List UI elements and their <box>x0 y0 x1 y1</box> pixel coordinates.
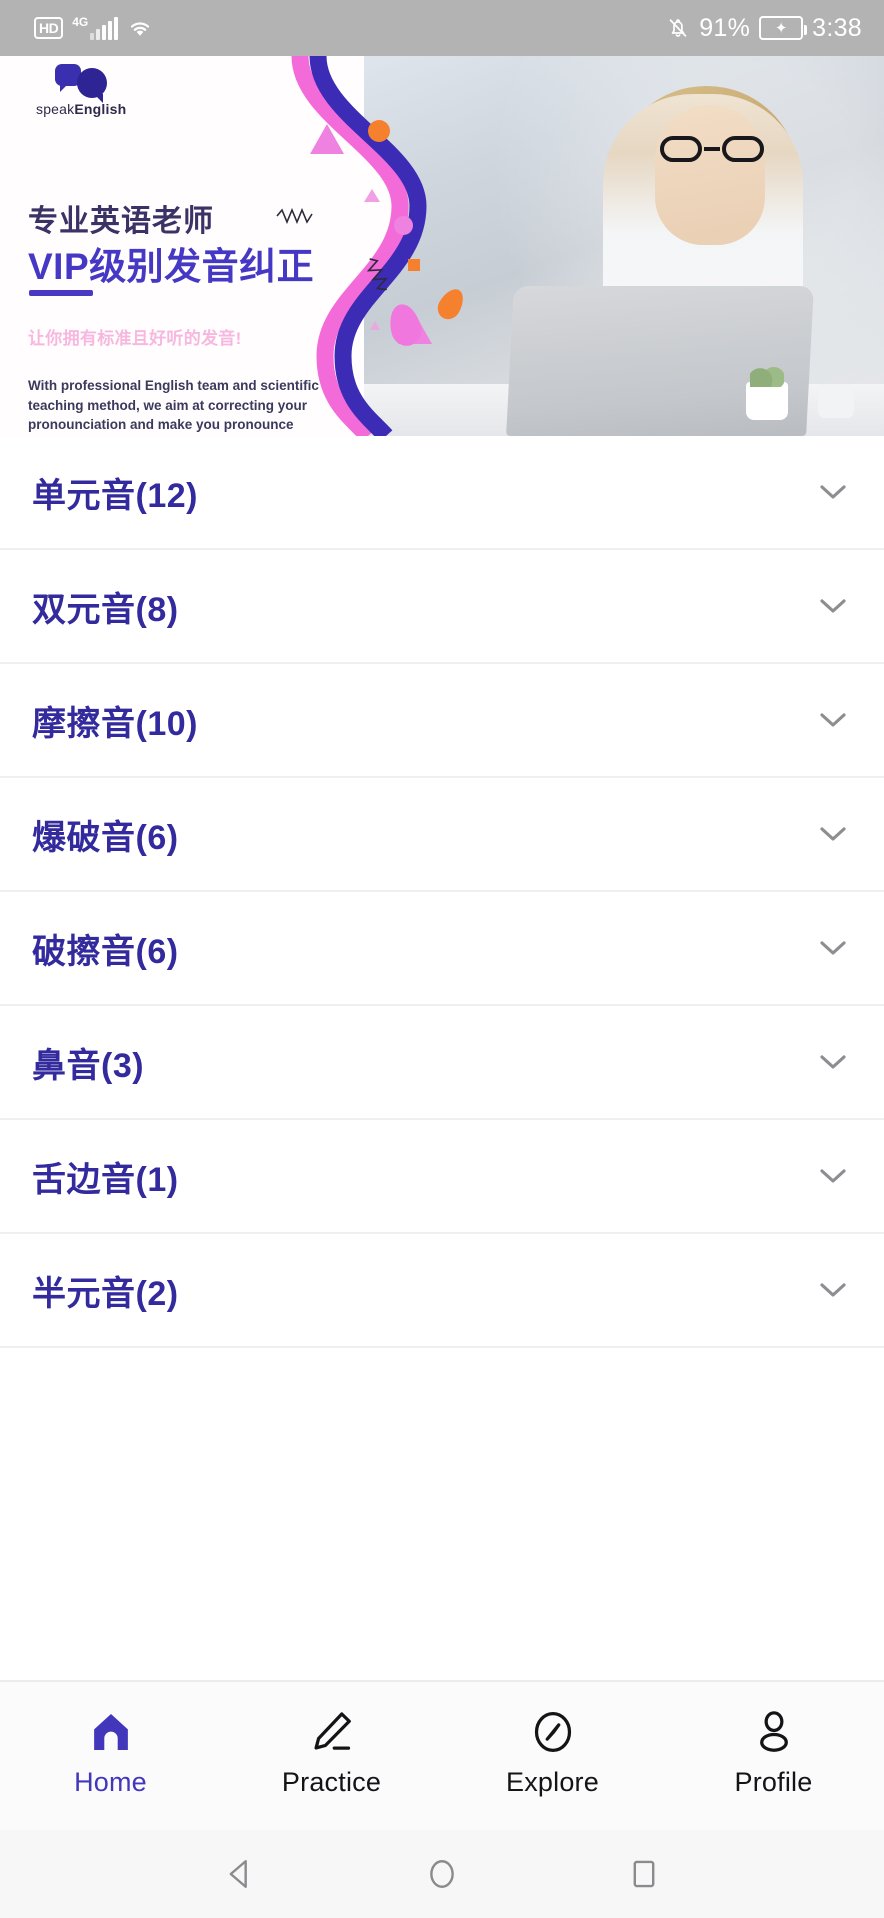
battery-percent-label: 91% <box>699 14 750 43</box>
decor-zigzag-2 <box>362 255 394 298</box>
chevron-down-icon[interactable] <box>818 1281 848 1299</box>
chevron-down-icon[interactable] <box>818 597 848 615</box>
status-bar-left: HD 4G <box>34 16 153 40</box>
logo-text-bold: English <box>74 101 126 117</box>
decor-triangle-pink-3 <box>364 189 380 202</box>
list-item-label: 破擦音(6) <box>32 924 179 973</box>
list-item-label: 双元音(8) <box>32 582 179 631</box>
chevron-down-icon[interactable] <box>818 939 848 957</box>
list-item-fricatives[interactable]: 摩擦音(10) <box>0 664 884 778</box>
decor-dot-orange <box>368 120 390 142</box>
nav-tab-label: Practice <box>282 1767 381 1798</box>
list-item-plosives[interactable]: 爆破音(6) <box>0 778 884 892</box>
list-item-label: 鼻音(3) <box>32 1038 144 1087</box>
list-item-semivowels[interactable]: 半元音(2) <box>0 1234 884 1348</box>
logo-text-light: speak <box>36 101 74 117</box>
promo-banner[interactable]: speakEnglish 专业英语老师 VIP级别发音纠正 让你拥有标准且好听的… <box>0 56 884 436</box>
home-circle-icon[interactable] <box>425 1857 459 1891</box>
nav-tab-label: Home <box>74 1767 147 1798</box>
banner-underline-rule <box>29 290 93 296</box>
status-bar-right: 91% ✦ 3:38 <box>666 14 862 43</box>
chevron-down-icon[interactable] <box>818 825 848 843</box>
wifi-icon <box>127 17 153 39</box>
nav-tab-profile[interactable]: Profile <box>679 1709 869 1798</box>
chevron-down-icon[interactable] <box>818 1167 848 1185</box>
banner-heading-secondary: VIP级别发音纠正 <box>28 236 314 290</box>
nav-tab-home[interactable]: Home <box>16 1709 206 1798</box>
list-item-affricates[interactable]: 破擦音(6) <box>0 892 884 1006</box>
banner-content: speakEnglish 专业英语老师 VIP级别发音纠正 让你拥有标准且好听的… <box>0 56 440 436</box>
chevron-down-icon[interactable] <box>818 483 848 501</box>
nav-tab-practice[interactable]: Practice <box>237 1709 427 1798</box>
app-logo: speakEnglish <box>36 62 126 117</box>
battery-charging-icon: ✦ <box>759 16 803 40</box>
network-type-label: 4G <box>72 16 88 28</box>
list-item-diphthongs[interactable]: 双元音(8) <box>0 550 884 664</box>
android-system-nav <box>0 1830 884 1918</box>
person-icon <box>751 1709 797 1755</box>
recents-square-icon[interactable] <box>627 1857 661 1891</box>
nav-tab-label: Profile <box>735 1767 813 1798</box>
nav-tab-explore[interactable]: Explore <box>458 1709 648 1798</box>
list-item-lateral[interactable]: 舌边音(1) <box>0 1120 884 1234</box>
phone-screen: HD 4G 91% ✦ 3:38 <box>0 0 884 1918</box>
chevron-down-icon[interactable] <box>818 1053 848 1071</box>
bell-muted-icon <box>666 15 690 41</box>
decor-zigzag-1 <box>276 208 316 224</box>
hd-icon: HD <box>34 17 63 39</box>
banner-description: With professional English team and scien… <box>28 376 364 436</box>
list-item-label: 半元音(2) <box>32 1266 179 1315</box>
bottom-navigation-bar: Home Practice Explore Profile <box>0 1680 884 1830</box>
phoneme-category-list: 单元音(12) 双元音(8) 摩擦音(10) 爆破音(6) 破擦音(6) 鼻音(3) 舌边音… <box>0 436 884 1680</box>
list-item-label: 舌边音(1) <box>32 1152 179 1201</box>
status-bar: HD 4G 91% ✦ 3:38 <box>0 0 884 56</box>
decor-dot-pink <box>394 216 413 235</box>
clock-label: 3:38 <box>812 14 862 43</box>
decor-triangle-pink-4 <box>370 321 380 330</box>
speech-bubbles-icon <box>55 62 107 100</box>
pencil-icon <box>309 1709 355 1755</box>
list-item-label: 爆破音(6) <box>32 810 179 859</box>
banner-subheading: 让你拥有标准且好听的发音! <box>28 324 242 349</box>
compass-icon <box>530 1709 576 1755</box>
decor-square-orange <box>408 259 420 271</box>
list-item-nasals[interactable]: 鼻音(3) <box>0 1006 884 1120</box>
home-icon <box>88 1709 134 1755</box>
banner-heading-primary: 专业英语老师 <box>28 196 214 240</box>
signal-bars-glyph <box>90 18 118 40</box>
chevron-down-icon[interactable] <box>818 711 848 729</box>
signal-bars-icon: 4G <box>72 16 118 40</box>
decor-triangle-pink-1 <box>310 124 344 154</box>
logo-text: speakEnglish <box>36 101 126 117</box>
list-item-label: 单元音(12) <box>32 468 198 517</box>
list-item-label: 摩擦音(10) <box>32 696 198 745</box>
nav-tab-label: Explore <box>506 1767 599 1798</box>
back-triangle-icon[interactable] <box>223 1857 257 1891</box>
list-item-monophthongs[interactable]: 单元音(12) <box>0 436 884 550</box>
